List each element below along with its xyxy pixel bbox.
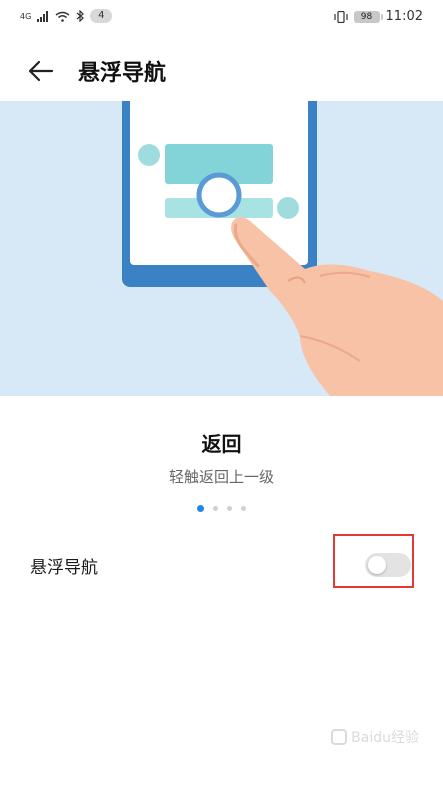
page-dot-1[interactable]: [197, 505, 204, 512]
floating-nav-toggle[interactable]: [365, 553, 411, 577]
back-button[interactable]: [26, 56, 56, 86]
watermark-logo-icon: [331, 729, 348, 745]
title-bar: 悬浮导航: [0, 44, 443, 96]
floating-nav-setting-row[interactable]: 悬浮导航: [0, 534, 443, 590]
battery-icon: 98: [353, 10, 383, 23]
page-title: 悬浮导航: [78, 61, 167, 86]
status-bar: 4G 4 98 11:02: [0, 0, 443, 36]
status-right: 98 11:02: [333, 9, 423, 24]
page-dot-2[interactable]: [213, 506, 218, 511]
feature-title: 返回: [201, 432, 242, 456]
page-dot-3[interactable]: [227, 506, 232, 511]
status-left: 4G 4: [20, 9, 113, 23]
arrow-left-icon: [28, 60, 54, 82]
signal-icon: [37, 10, 49, 22]
watermark: Baidu经验: [331, 727, 419, 747]
floating-nav-label: 悬浮导航: [30, 558, 98, 578]
gesture-illustration: [0, 101, 443, 396]
wifi-icon: [55, 11, 70, 22]
page-dot-4[interactable]: [241, 506, 246, 511]
clock: 11:02: [385, 9, 423, 24]
feature-description: 轻触返回上一级: [168, 468, 274, 486]
page-indicator: [0, 505, 443, 512]
bluetooth-icon: [76, 10, 85, 22]
network-type: 4G: [20, 11, 32, 21]
notification-badge: 4: [90, 9, 113, 23]
toggle-knob: [368, 556, 386, 574]
watermark-text: Baidu经验: [351, 730, 419, 746]
vibrate-icon: [333, 10, 348, 23]
phone-tap-illustration: [122, 101, 443, 396]
